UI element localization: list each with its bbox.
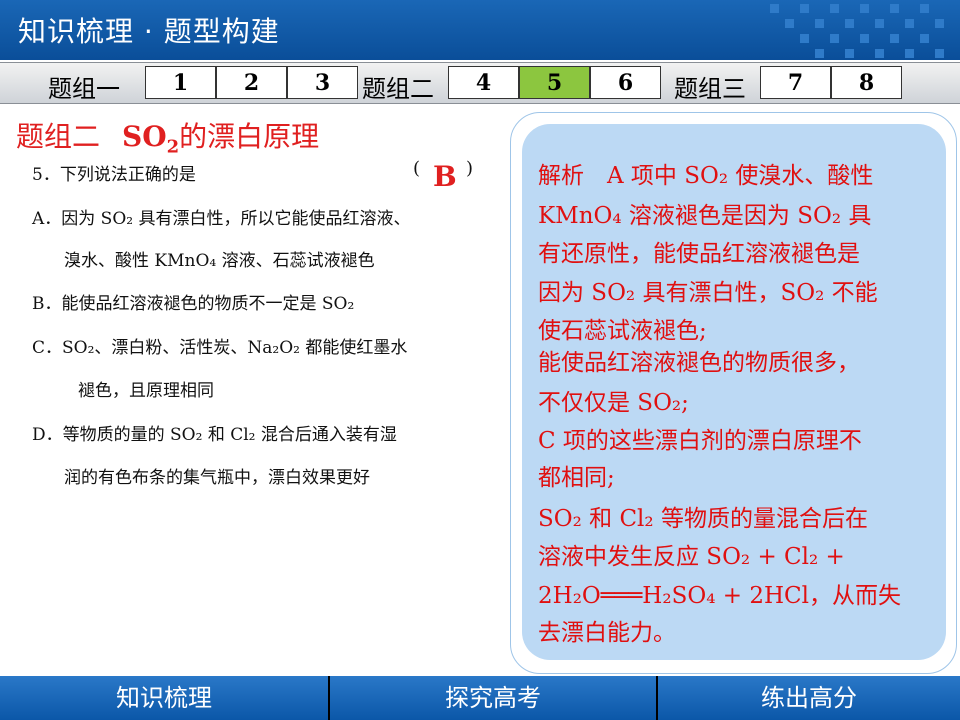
decorative-dot (800, 34, 809, 43)
decorative-dot (830, 34, 839, 43)
question-button-5[interactable]: 5 (519, 66, 590, 99)
explanation-line-11: 溶液中发生反应 SO₂ + Cl₂ + (538, 544, 845, 570)
group-label-3: 题组三 (674, 75, 746, 103)
decorative-dot (875, 49, 884, 58)
decorative-dot (815, 49, 824, 58)
question-nav-bar: 题组一 1 2 3 题组二 4 5 6 题组三 7 8 (0, 62, 960, 104)
question-button-4[interactable]: 4 (448, 66, 519, 99)
answer-bracket-open: ( (413, 158, 421, 179)
decorative-dot (890, 4, 899, 13)
decorative-dot (830, 4, 839, 13)
section-formula: SO2 (122, 120, 180, 158)
decorative-dots (740, 0, 960, 60)
explanation-line-8: C 项的这些漂白剂的漂白原理不 (538, 428, 862, 454)
decorative-dot (845, 49, 854, 58)
decorative-dot (785, 19, 794, 28)
question-stem: 5．下列说法正确的是 (32, 165, 196, 185)
decorative-dot (920, 34, 929, 43)
section-group-label: 题组二 (16, 120, 101, 153)
explanation-line-7: 不仅仅是 SO₂; (538, 390, 689, 416)
explanation-line-4: 因为 SO₂ 具有漂白性，SO₂ 不能 (538, 280, 878, 306)
option-c-line2: 褪色，且原理相同 (78, 381, 214, 401)
explanation-line-9: 都相同; (538, 465, 615, 491)
decorative-dot (890, 34, 899, 43)
explanation-line-1: 解析 A 项中 SO₂ 使溴水、酸性 (538, 163, 874, 189)
question-button-6[interactable]: 6 (590, 66, 661, 99)
decorative-dot (920, 4, 929, 13)
slide-title: 知识梳理 · 题型构建 (18, 15, 280, 48)
option-d-line2: 润的有色布条的集气瓶中，漂白效果更好 (64, 468, 370, 488)
question-button-3[interactable]: 3 (287, 66, 358, 99)
group-label-2: 题组二 (362, 75, 434, 103)
explanation-line-6: 能使品红溶液褪色的物质很多， (538, 350, 860, 376)
question-button-2[interactable]: 2 (216, 66, 287, 99)
question-button-7[interactable]: 7 (760, 66, 831, 99)
footer-tab-explore[interactable]: 探究高考 (330, 676, 656, 720)
decorative-dot (845, 19, 854, 28)
decorative-dot (860, 4, 869, 13)
decorative-dot (815, 19, 824, 28)
option-a-line2: 溴水、酸性 KMnO₄ 溶液、石蕊试液褪色 (64, 251, 375, 271)
decorative-dot (935, 19, 944, 28)
option-c-line1: C．SO₂、漂白粉、活性炭、Na₂O₂ 都能使红墨水 (32, 338, 408, 358)
option-b: B．能使品红溶液褪色的物质不一定是 SO₂ (32, 294, 355, 314)
decorative-dot (905, 49, 914, 58)
explanation-line-10: SO₂ 和 Cl₂ 等物质的量混合后在 (538, 506, 868, 532)
question-button-8[interactable]: 8 (831, 66, 902, 99)
explanation-line-13: 去漂白能力。 (538, 620, 676, 646)
section-suffix: 的漂白原理 (179, 120, 320, 153)
decorative-dot (905, 19, 914, 28)
header-bar: 知识梳理 · 题型构建 (0, 0, 960, 60)
decorative-dot (800, 4, 809, 13)
explanation-line-12: 2H₂O═══H₂SO₄ + 2HCl，从而失 (538, 583, 901, 609)
decorative-dot (770, 4, 779, 13)
explanation-line-3: 有还原性，能使品红溶液褪色是 (538, 241, 860, 267)
question-button-1[interactable]: 1 (145, 66, 216, 99)
group-label-1: 题组一 (48, 75, 120, 103)
footer-tab-knowledge[interactable]: 知识梳理 (0, 676, 328, 720)
decorative-dot (860, 34, 869, 43)
explanation-line-5: 使石蕊试液褪色; (538, 318, 707, 344)
explanation-line-2: KMnO₄ 溶液褪色是因为 SO₂ 具 (538, 203, 872, 229)
footer-tab-practice[interactable]: 练出高分 (658, 676, 960, 720)
answer-letter: B (433, 160, 457, 193)
answer-bracket-close: ) (466, 158, 474, 179)
option-d-line1: D．等物质的量的 SO₂ 和 Cl₂ 混合后通入装有湿 (32, 425, 397, 445)
section-title: 题组二 SO2的漂白原理 (16, 115, 319, 158)
decorative-dot (935, 49, 944, 58)
decorative-dot (875, 19, 884, 28)
footer-nav: 知识梳理 探究高考 练出高分 (0, 676, 960, 720)
option-a-line1: A．因为 SO₂ 具有漂白性，所以它能使品红溶液、 (32, 209, 411, 229)
